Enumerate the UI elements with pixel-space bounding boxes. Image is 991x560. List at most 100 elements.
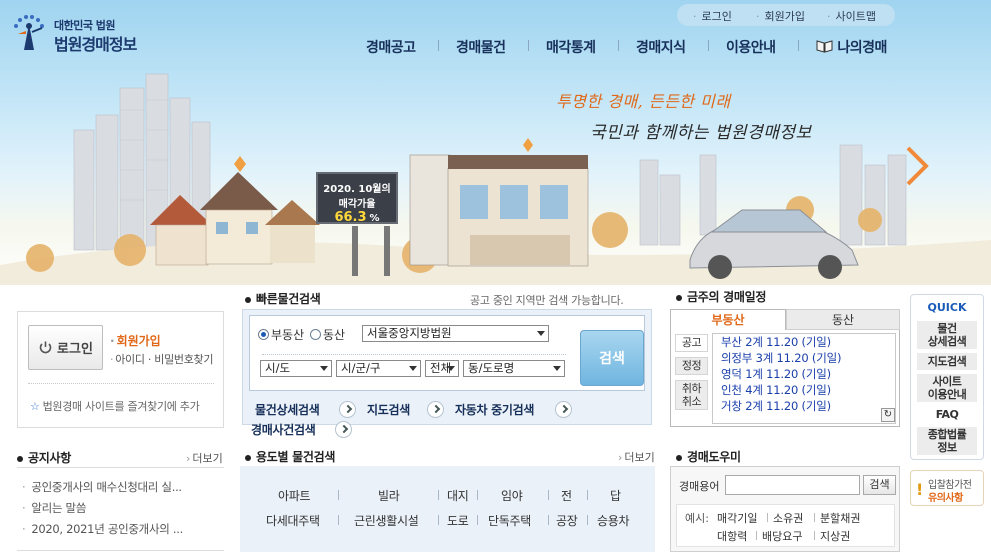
billboard-label: 매각가율: [338, 199, 376, 210]
nav-sale-stats[interactable]: 매각통계: [546, 37, 596, 57]
usage-field[interactable]: 전: [561, 487, 572, 504]
usage-neighborhood-facility[interactable]: 근린생활시설: [354, 512, 419, 529]
bid-caution-line2: 유의사항: [928, 493, 963, 504]
quick-faq[interactable]: FAQ: [917, 406, 977, 423]
billboard-month: 2020. 10월의: [323, 184, 391, 195]
example-term[interactable]: 지상권: [820, 528, 850, 544]
util-join-link[interactable]: 회원가입: [756, 8, 805, 24]
side-tab-withdrawal[interactable]: 취하 취소: [675, 380, 708, 410]
sigungu-select[interactable]: 시/군/구: [336, 360, 421, 377]
quick-search-title: 빠른물건검색: [245, 290, 321, 307]
term-examples: 예시: 매각기일 소유권 분할채권 대항력 배당요구 지상권: [676, 504, 895, 547]
banner-next-arrow-icon[interactable]: [902, 146, 930, 186]
radio-realestate[interactable]: 부동산: [258, 326, 304, 343]
divider: [28, 383, 214, 384]
hero-illustration: [0, 73, 991, 285]
find-id-password-link[interactable]: 아이디 · 비밀번호찾기: [110, 351, 213, 367]
sale-rate-billboard: 2020. 10월의 매각가율 66.3%: [316, 172, 398, 225]
quick-site-guide[interactable]: 사이트 이용안내: [917, 374, 977, 402]
usage-more-link[interactable]: 더보기: [618, 449, 654, 465]
radio-unchecked: [310, 329, 321, 340]
add-favorite-link[interactable]: ☆ 법원경매 사이트를 즐겨찾기에 추가: [30, 398, 200, 414]
schedule-item[interactable]: 인천 4계 11.20 (기일): [713, 382, 895, 398]
term-search-input[interactable]: [725, 475, 860, 495]
nav-divider: [798, 40, 799, 51]
quick-legal-info[interactable]: 종합법률 정보: [917, 427, 977, 455]
example-term[interactable]: 소유권: [773, 510, 803, 526]
usage-road[interactable]: 도로: [447, 512, 469, 529]
example-term[interactable]: 매각기일: [717, 510, 757, 526]
usage-paddy[interactable]: 답: [610, 487, 621, 504]
usage-search-title: 용도별 물건검색: [245, 448, 335, 465]
quick-map-search[interactable]: 지도검색: [917, 353, 977, 370]
nav-my-auction[interactable]: 나의경매: [816, 37, 887, 57]
helper-title: 경매도우미: [676, 448, 741, 465]
side-tab-correction[interactable]: 정정: [675, 357, 708, 375]
utility-nav: 로그인 회원가입 사이트맵: [677, 4, 895, 26]
usage-land[interactable]: 대지: [447, 487, 469, 504]
usage-factory[interactable]: 공장: [556, 512, 578, 529]
tab-movable[interactable]: 동산: [786, 309, 900, 330]
join-link[interactable]: 회원가입: [110, 332, 161, 349]
nav-auction-items[interactable]: 경매물건: [456, 37, 506, 57]
notice-item[interactable]: 공인중개사의 매수신청대리 실...: [22, 477, 222, 498]
usage-car[interactable]: 승용차: [597, 512, 630, 529]
nav-guide[interactable]: 이용안내: [726, 37, 776, 57]
notice-list: 공인중개사의 매수신청대리 실... 알리는 말씀 2020, 2021년 공인…: [22, 477, 222, 540]
util-login-link[interactable]: 로그인: [693, 8, 732, 24]
notice-more-link[interactable]: 더보기: [186, 450, 222, 466]
chevron-right-icon[interactable]: [339, 401, 356, 418]
chevron-right-icon[interactable]: [335, 421, 352, 438]
quick-search-button[interactable]: 검색: [580, 330, 644, 386]
radio-movable[interactable]: 동산: [310, 326, 345, 343]
dong-select[interactable]: 동/도로명: [463, 360, 565, 377]
example-term[interactable]: 분할채권: [820, 510, 860, 526]
quick-menu-title: QUICK: [927, 301, 967, 314]
usage-multiplex[interactable]: 다세대주택: [266, 512, 320, 529]
exclamation-icon: !: [916, 480, 924, 499]
star-icon: ☆: [30, 400, 40, 413]
usage-detached-house[interactable]: 단독주택: [488, 512, 531, 529]
chevron-right-icon[interactable]: [555, 401, 572, 418]
quick-detail-search[interactable]: 물건 상세검색: [917, 321, 977, 349]
schedule-item[interactable]: 의정부 3계 11.20 (기일): [713, 350, 895, 366]
all-select[interactable]: 전체: [425, 360, 459, 377]
usage-search-box: 아파트 빌라 대지 임야 전 답 다세대주택 근린생활시설 도로 단독주택 공장…: [240, 466, 655, 552]
example-label: 예시:: [685, 512, 709, 525]
usage-forest[interactable]: 임야: [501, 487, 523, 504]
sido-select[interactable]: 시/도: [260, 360, 332, 377]
notice-item[interactable]: 2020, 2021년 공인중개사의 ...: [22, 519, 222, 540]
chevron-right-icon[interactable]: [427, 401, 444, 418]
detail-search-link[interactable]: 물건상세검색: [255, 401, 320, 418]
schedule-item[interactable]: 영덕 1계 11.20 (기일): [713, 366, 895, 382]
nav-auction-notice[interactable]: 경매공고: [366, 37, 416, 57]
term-search-button[interactable]: 검색: [863, 475, 896, 495]
case-search-link[interactable]: 경매사건검색: [251, 421, 316, 438]
usage-villa[interactable]: 빌라: [378, 487, 400, 504]
notice-item[interactable]: 알리는 말씀: [22, 498, 222, 519]
vehicle-search-link[interactable]: 자동차 중기검색: [455, 401, 534, 418]
nav-divider: [528, 40, 529, 51]
schedule-item[interactable]: 부산 2계 11.20 (기일): [713, 334, 895, 350]
map-search-link[interactable]: 지도검색: [367, 401, 410, 418]
power-icon: [39, 341, 52, 354]
util-sitemap-link[interactable]: 사이트맵: [827, 8, 876, 24]
example-term[interactable]: 배당요구: [762, 528, 802, 544]
nav-auction-knowledge[interactable]: 경매지식: [636, 37, 686, 57]
bid-caution-button[interactable]: ! 입찰참가전 유의사항: [910, 470, 984, 506]
nav-divider: [438, 40, 439, 51]
login-button[interactable]: 로그인: [28, 325, 103, 370]
divider: [548, 490, 549, 500]
example-term[interactable]: 대항력: [717, 528, 747, 544]
refresh-icon[interactable]: ↻: [881, 408, 895, 422]
divider: [477, 490, 478, 500]
radio-checked: [258, 329, 269, 340]
side-tab-notice[interactable]: 공고: [675, 334, 708, 352]
schedule-item[interactable]: 거창 2계 11.20 (기일): [713, 398, 895, 414]
login-box: 로그인 회원가입 아이디 · 비밀번호찾기 ☆법원경매 사이트를 즐겨찾기에 추…: [17, 311, 224, 428]
court-select[interactable]: 서울중앙지방법원: [362, 325, 549, 342]
divider: [814, 513, 815, 522]
tab-realestate[interactable]: 부동산: [670, 309, 786, 330]
usage-apartment[interactable]: 아파트: [278, 487, 311, 504]
quick-search-box: 부동산 동산 서울중앙지방법원 시/도 시/군/구 전체 동/도로명 검색 물건…: [242, 309, 652, 438]
